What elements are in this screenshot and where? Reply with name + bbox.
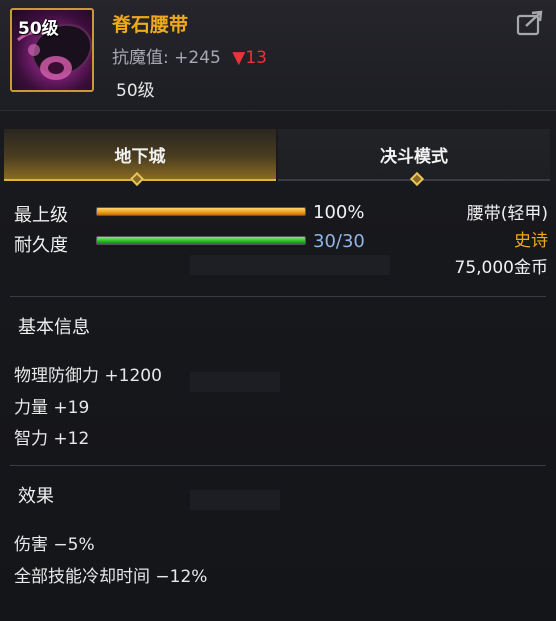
durability-label: 耐久度 — [14, 235, 68, 256]
item-rarity: 史诗 — [514, 231, 548, 251]
resist-row: 抗魔值: +245 ▼13 — [112, 43, 267, 68]
durability-value: 30/30 — [313, 231, 365, 252]
down-triangle-icon: ▼ — [232, 48, 246, 68]
mode-tabs: 地下城 决斗模式 — [4, 129, 552, 181]
basic-info-line: 智力 +12 — [14, 429, 90, 449]
effect-line: 伤害 −5% — [14, 535, 95, 555]
grade-bar-fill — [97, 208, 305, 215]
belt-item-icon[interactable]: 50级 — [10, 8, 94, 92]
item-level-badge: 50级 — [18, 19, 59, 39]
resist-delta-value: 13 — [245, 48, 267, 68]
divider — [10, 296, 546, 297]
effect-line: 全部技能冷却时间 −12% — [14, 567, 208, 587]
share-icon-graphic — [516, 10, 543, 36]
divider — [10, 465, 546, 466]
durability-bar — [96, 236, 306, 245]
background-ghost — [190, 490, 280, 510]
basic-info-title: 基本信息 — [18, 317, 90, 338]
background-ghost — [190, 372, 280, 392]
share-icon[interactable] — [516, 10, 544, 36]
item-tooltip-panel: 50级 脊石腰带 抗魔值: +245 ▼13 50级 地下城 决斗模式 最上级 … — [0, 0, 556, 621]
item-price: 75,000金币 — [454, 258, 548, 278]
grade-label: 最上级 — [14, 205, 68, 226]
resist-label: 抗魔值: — [112, 48, 169, 68]
grade-value: 100% — [313, 202, 365, 223]
effects-title: 效果 — [18, 486, 54, 507]
basic-info-line: 物理防御力 +1200 — [14, 366, 162, 386]
tab-dungeon[interactable]: 地下城 — [4, 129, 276, 181]
item-type: 腰带(轻甲) — [466, 204, 548, 224]
basic-info-line: 力量 +19 — [14, 398, 90, 418]
resist-delta: ▼13 — [232, 48, 267, 68]
durability-bar-fill — [97, 237, 305, 244]
item-header: 50级 脊石腰带 抗魔值: +245 ▼13 50级 — [0, 0, 556, 111]
resist-value: +245 — [174, 48, 221, 68]
background-ghost — [190, 255, 390, 275]
grade-bar — [96, 207, 306, 216]
item-name: 脊石腰带 — [112, 14, 189, 36]
required-level: 50级 — [116, 81, 155, 101]
